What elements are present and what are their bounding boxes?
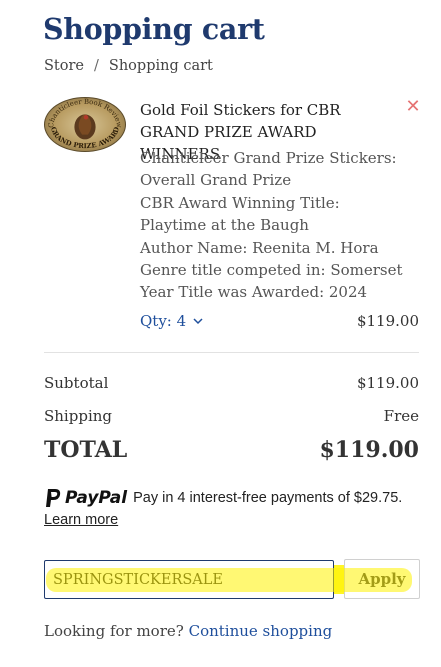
continue-prompt-text: Looking for more?	[44, 622, 184, 640]
award-seal-image: Chanticleer Book Review GRAND PRIZE AWAR…	[47, 98, 123, 150]
property-line: Chanticleer Grand Prize Stickers: Overal…	[140, 149, 397, 190]
remove-item-button[interactable]: ✕	[405, 96, 421, 117]
breadcrumb-separator: /	[94, 58, 99, 74]
chevron-down-icon	[193, 318, 203, 325]
subtotal-label: Subtotal	[44, 374, 109, 392]
page-title: Shopping cart	[43, 12, 265, 46]
apply-discount-button[interactable]: Apply	[344, 559, 420, 599]
breadcrumb: Store / Shopping cart	[44, 58, 213, 74]
line-item-price: $119.00	[356, 312, 419, 330]
quantity-dropdown[interactable]: Qty: 4	[140, 312, 204, 330]
paypal-message: Pay in 4 interest-free payments of $29.7…	[133, 490, 403, 506]
shipping-label: Shipping	[44, 407, 112, 425]
total-label: TOTAL	[44, 437, 128, 463]
continue-shopping-prompt: Looking for more? Continue shopping	[44, 622, 332, 640]
paypal-logo: PayPal	[44, 488, 127, 508]
discount-code-input[interactable]	[44, 560, 334, 599]
paypal-wordmark: PayPal	[65, 488, 128, 508]
total-row: TOTAL $119.00	[44, 437, 419, 463]
property-line: Author Name: Reenita M. Hora	[140, 238, 379, 257]
continue-shopping-link[interactable]: Continue shopping	[189, 622, 333, 640]
divider	[44, 352, 419, 353]
shipping-row: Shipping Free	[44, 407, 419, 425]
subtotal-row: Subtotal $119.00	[44, 374, 419, 392]
property-line: Genre title competed in: Somerset	[140, 261, 403, 280]
paypal-icon	[46, 489, 61, 507]
product-image[interactable]: Chanticleer Book Review GRAND PRIZE AWAR…	[44, 97, 126, 152]
property-line: CBR Award Winning Title: Playtime at the…	[140, 193, 340, 235]
learn-more-link[interactable]: Learn more	[44, 512, 118, 528]
breadcrumb-store[interactable]: Store	[44, 58, 84, 74]
breadcrumb-current: Shopping cart	[108, 58, 213, 74]
subtotal-value: $119.00	[356, 374, 419, 392]
quantity-label: Qty: 4	[140, 312, 187, 330]
paypal-pay-later-message: PayPal Pay in 4 interest-free payments o…	[44, 488, 424, 528]
total-value: $119.00	[319, 437, 419, 463]
close-icon: ✕	[405, 96, 421, 117]
discount-code-field[interactable]	[53, 571, 325, 588]
product-properties: Chanticleer Grand Prize Stickers: Overal…	[140, 147, 410, 304]
shipping-value: Free	[383, 407, 419, 425]
property-line: Year Title was Awarded: 2024	[140, 283, 368, 302]
